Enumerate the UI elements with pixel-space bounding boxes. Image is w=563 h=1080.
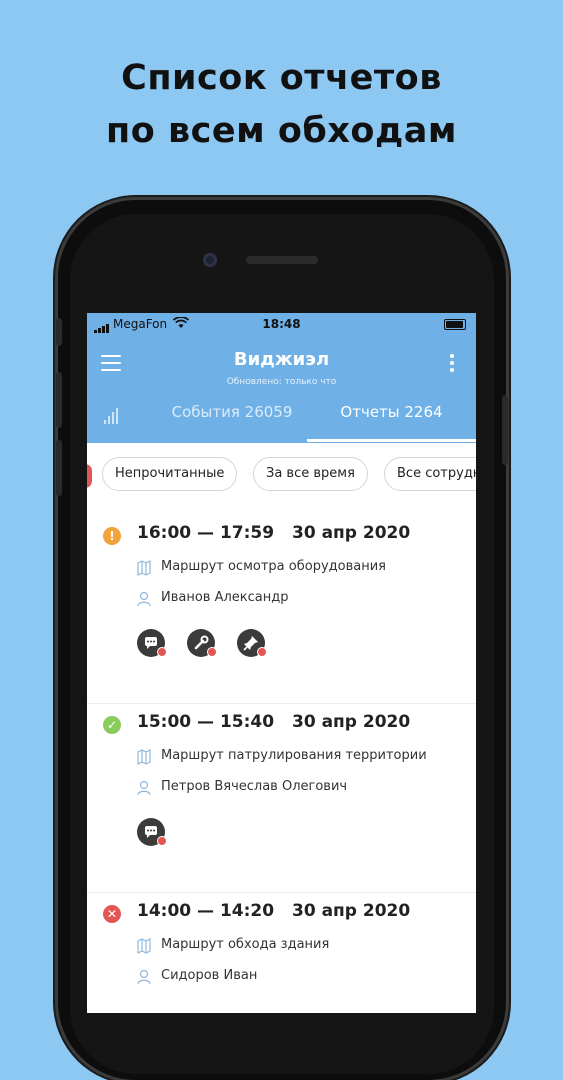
report-time: 14:00 — 14:20 — [137, 901, 275, 921]
success-check-icon: ✓ — [103, 716, 121, 734]
app-title: Виджиэл — [233, 349, 330, 370]
status-bar: MegaFon 18:48 — [87, 313, 476, 335]
app-header: Виджиэл Обновлено: только что События 26… — [87, 335, 476, 443]
person-icon — [137, 591, 151, 607]
person-icon — [137, 780, 151, 796]
phone-screen: MegaFon 18:48 Виджиэл Обновлено: только … — [87, 313, 476, 1013]
report-date: 30 апр 2020 — [292, 523, 411, 543]
employee-name: Петров Вячеслав Олегович — [161, 779, 348, 794]
route-name: Маршрут обхода здания — [161, 937, 330, 952]
report-time: 15:00 — 15:40 — [137, 712, 275, 732]
employee-name: Сидоров Иван — [161, 968, 258, 983]
wrench-icon[interactable] — [187, 629, 217, 657]
map-icon — [137, 749, 151, 765]
report-item[interactable]: ✓ 15:00 — 15:40 30 апр 2020 Маршрут патр… — [87, 704, 476, 893]
report-time: 16:00 — 17:59 — [137, 523, 275, 543]
stats-icon[interactable] — [104, 405, 120, 424]
report-date: 30 апр 2020 — [292, 712, 411, 732]
route-name: Маршрут патрулирования территории — [161, 748, 427, 763]
more-options-icon[interactable] — [450, 354, 454, 372]
battery-icon — [444, 319, 466, 330]
employee-name: Иванов Александр — [161, 590, 289, 605]
filter-chip-period[interactable]: За все время — [253, 457, 368, 491]
report-item[interactable]: ✕ 14:00 — 14:20 30 апр 2020 Маршрут обхо… — [87, 893, 476, 1013]
route-name: Маршрут осмотра оборудования — [161, 559, 386, 574]
active-tab-indicator — [307, 439, 476, 442]
map-icon — [137, 938, 151, 954]
status-time: 18:48 — [262, 317, 301, 331]
warning-icon: ! — [103, 527, 121, 545]
map-icon — [137, 560, 151, 576]
phone-power-button — [502, 395, 508, 465]
headline-line-1: Список отчетов — [121, 58, 442, 98]
promo-headline: Список отчетов по всем обходам — [0, 52, 563, 158]
filter-bar: Непрочитанные За все время Все сотрудник… — [87, 453, 476, 497]
speaker-grille — [246, 256, 318, 264]
filter-chip-employees[interactable]: Все сотрудники — [384, 457, 476, 491]
report-date: 30 апр 2020 — [292, 901, 411, 921]
comment-icon[interactable] — [137, 818, 167, 846]
phone-volume-up — [56, 372, 62, 428]
report-item[interactable]: ! 16:00 — 17:59 30 апр 2020 Маршрут осмо… — [87, 515, 476, 704]
tab-events[interactable]: События 26059 — [147, 403, 317, 443]
filter-chip-unread[interactable]: Непрочитанные — [102, 457, 238, 491]
headline-line-2: по всем обходам — [106, 111, 457, 151]
error-icon: ✕ — [103, 905, 121, 923]
person-icon — [137, 969, 151, 985]
camera-icon — [203, 253, 217, 267]
pin-icon[interactable] — [237, 629, 267, 657]
phone-volume-down — [56, 440, 62, 496]
updated-status: Обновлено: только что — [226, 377, 337, 387]
phone-mute-switch — [56, 318, 62, 346]
filter-indicator[interactable] — [87, 464, 92, 488]
comment-icon[interactable] — [137, 629, 167, 657]
tab-reports[interactable]: Отчеты 2264 — [307, 403, 476, 443]
